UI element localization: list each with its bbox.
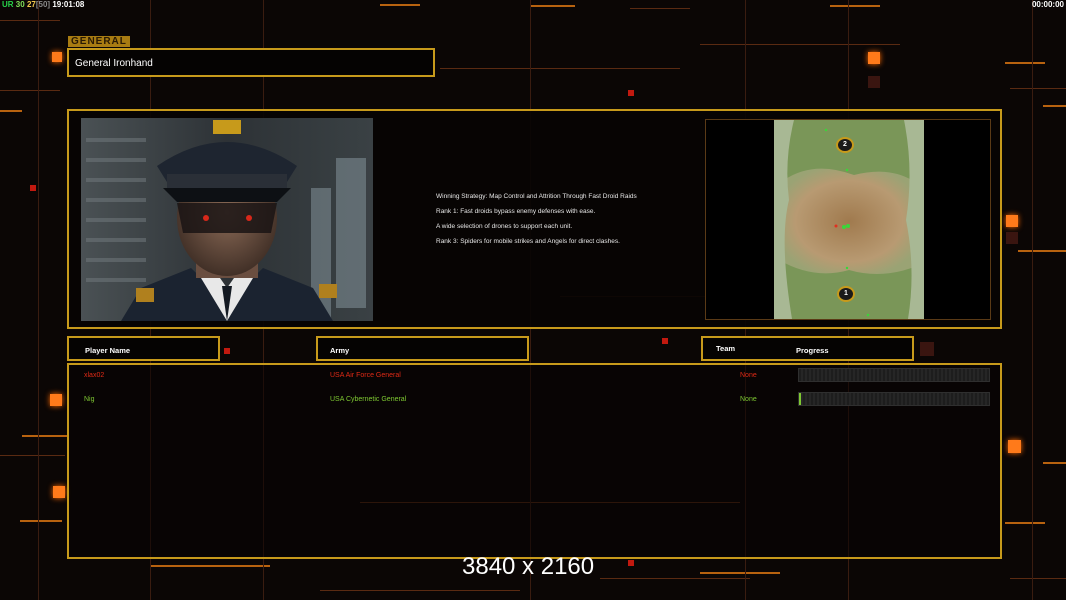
player-name-header: Player Name [67, 336, 220, 361]
strategy-line: A wide selection of drones to support ea… [436, 223, 573, 230]
section-tag-general: GENERAL [68, 36, 130, 47]
player-army: USA Air Force General [330, 372, 401, 379]
start-position-label: 1 [844, 290, 848, 297]
player-name: Nig [84, 396, 95, 403]
general-name: General Ironhand [75, 58, 153, 69]
start-position-label: 2 [843, 141, 847, 148]
resolution-watermark: 3840 x 2160 [462, 553, 595, 580]
player-progress-bar [798, 368, 990, 382]
general-portrait [81, 118, 373, 321]
hud-clock: 19:01:08 [52, 0, 85, 9]
map-terrain: 2 1 [774, 120, 924, 319]
player-team: None [740, 372, 757, 379]
player-progress-bar [798, 392, 990, 406]
team-progress-header: Team Progress [701, 336, 914, 361]
strategy-line: Rank 3: Spiders for mobile strikes and A… [436, 238, 620, 245]
general-name-box: General Ironhand [67, 48, 435, 77]
hud-stat-c: [50] [35, 0, 51, 9]
player-name-header-label: Player Name [85, 346, 131, 355]
player-name: xlax02 [84, 372, 105, 379]
army-header: Army [316, 336, 529, 361]
strategy-text: Winning Strategy: Map Control and Attrit… [436, 193, 736, 253]
team-header-label: Team [716, 344, 736, 353]
map-preview: 2 1 [705, 119, 991, 320]
hud-stats: UR 30 27[50] 19:01:08 [2, 0, 84, 10]
player-army: USA Cybernetic General [330, 396, 407, 403]
player-team: None [740, 396, 757, 403]
hud-stat-b: 27 [26, 0, 36, 9]
hud-stat-a: 30 [15, 0, 25, 9]
start-position-marker: 1 [837, 286, 855, 302]
hud-timer: 00:00:00 [1031, 0, 1064, 9]
strategy-line: Rank 1: Fast droids bypass enemy defense… [436, 208, 596, 215]
player-progress-fill [799, 393, 801, 405]
player-row: Nig USA Cybernetic General None [69, 392, 1000, 408]
army-header-label: Army [330, 346, 350, 355]
strategy-line: Winning Strategy: Map Control and Attrit… [436, 193, 637, 200]
progress-header-label: Progress [796, 346, 829, 355]
player-row: xlax02 USA Air Force General None [69, 368, 1000, 384]
general-info-panel: Winning Strategy: Map Control and Attrit… [67, 109, 1002, 329]
start-position-marker: 2 [836, 137, 854, 153]
hud-ur-label: UR [2, 0, 14, 9]
general-portrait-image [81, 118, 373, 321]
players-panel: xlax02 USA Air Force General None Nig US… [67, 363, 1002, 559]
